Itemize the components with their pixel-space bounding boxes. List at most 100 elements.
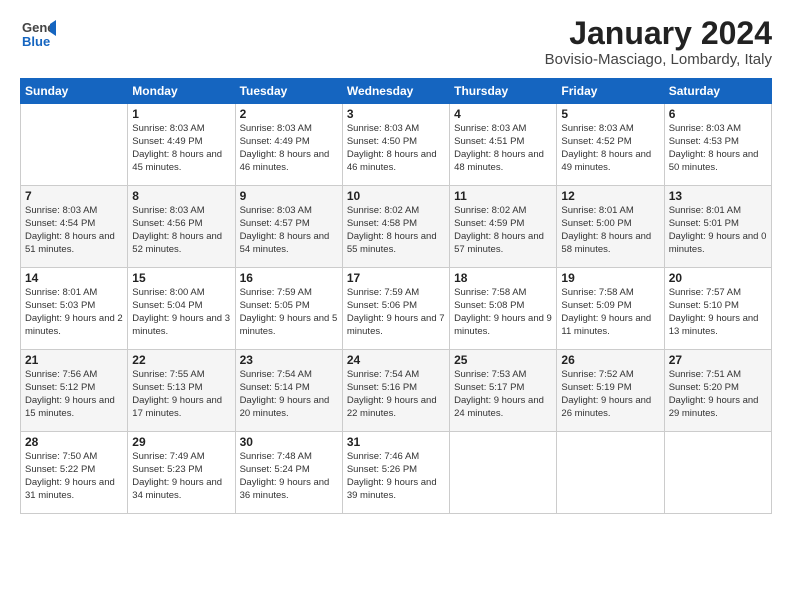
table-row: 7 Sunrise: 8:03 AMSunset: 4:54 PMDayligh… [21,186,128,268]
cell-date: 3 [347,107,445,121]
cell-info: Sunrise: 7:58 AMSunset: 5:08 PMDaylight:… [454,287,552,338]
col-friday: Friday [557,79,664,104]
table-row: 25 Sunrise: 7:53 AMSunset: 5:17 PMDaylig… [450,350,557,432]
table-row: 26 Sunrise: 7:52 AMSunset: 5:19 PMDaylig… [557,350,664,432]
table-row: 9 Sunrise: 8:03 AMSunset: 4:57 PMDayligh… [235,186,342,268]
table-row: 17 Sunrise: 7:59 AMSunset: 5:06 PMDaylig… [342,268,449,350]
cell-info: Sunrise: 8:03 AMSunset: 4:49 PMDaylight:… [240,123,338,174]
cell-date: 5 [561,107,659,121]
cell-date: 1 [132,107,230,121]
cell-date: 20 [669,271,767,285]
cell-info: Sunrise: 8:01 AMSunset: 5:00 PMDaylight:… [561,205,659,256]
col-tuesday: Tuesday [235,79,342,104]
cell-date: 24 [347,353,445,367]
cell-date: 28 [25,435,123,449]
table-row: 4 Sunrise: 8:03 AMSunset: 4:51 PMDayligh… [450,104,557,186]
page: General Blue January 2024 Bovisio-Mascia… [0,0,792,612]
table-row: 30 Sunrise: 7:48 AMSunset: 5:24 PMDaylig… [235,432,342,514]
cell-info: Sunrise: 7:59 AMSunset: 5:05 PMDaylight:… [240,287,338,338]
cell-info: Sunrise: 8:03 AMSunset: 4:56 PMDaylight:… [132,205,230,256]
location-subtitle: Bovisio-Masciago, Lombardy, Italy [545,51,772,68]
table-row: 24 Sunrise: 7:54 AMSunset: 5:16 PMDaylig… [342,350,449,432]
cell-date: 17 [347,271,445,285]
cell-info: Sunrise: 8:01 AMSunset: 5:01 PMDaylight:… [669,205,767,256]
table-row: 3 Sunrise: 8:03 AMSunset: 4:50 PMDayligh… [342,104,449,186]
table-row [450,432,557,514]
table-row: 1 Sunrise: 8:03 AMSunset: 4:49 PMDayligh… [128,104,235,186]
cell-info: Sunrise: 8:01 AMSunset: 5:03 PMDaylight:… [25,287,123,338]
cell-date: 8 [132,189,230,203]
table-row: 10 Sunrise: 8:02 AMSunset: 4:58 PMDaylig… [342,186,449,268]
svg-text:Blue: Blue [22,34,50,49]
table-row: 27 Sunrise: 7:51 AMSunset: 5:20 PMDaylig… [664,350,771,432]
cell-info: Sunrise: 8:02 AMSunset: 4:59 PMDaylight:… [454,205,552,256]
cell-date: 21 [25,353,123,367]
cell-date: 13 [669,189,767,203]
cell-date: 29 [132,435,230,449]
cell-date: 23 [240,353,338,367]
table-row: 19 Sunrise: 7:58 AMSunset: 5:09 PMDaylig… [557,268,664,350]
cell-info: Sunrise: 8:03 AMSunset: 4:53 PMDaylight:… [669,123,767,174]
cell-info: Sunrise: 7:59 AMSunset: 5:06 PMDaylight:… [347,287,445,338]
cell-info: Sunrise: 7:48 AMSunset: 5:24 PMDaylight:… [240,451,338,502]
calendar-body: 1 Sunrise: 8:03 AMSunset: 4:49 PMDayligh… [21,104,772,514]
cell-date: 7 [25,189,123,203]
cell-info: Sunrise: 8:02 AMSunset: 4:58 PMDaylight:… [347,205,445,256]
cell-date: 18 [454,271,552,285]
cell-info: Sunrise: 7:58 AMSunset: 5:09 PMDaylight:… [561,287,659,338]
table-row: 6 Sunrise: 8:03 AMSunset: 4:53 PMDayligh… [664,104,771,186]
table-row: 14 Sunrise: 8:01 AMSunset: 5:03 PMDaylig… [21,268,128,350]
table-row: 16 Sunrise: 7:59 AMSunset: 5:05 PMDaylig… [235,268,342,350]
table-row [21,104,128,186]
cell-info: Sunrise: 8:03 AMSunset: 4:57 PMDaylight:… [240,205,338,256]
col-saturday: Saturday [664,79,771,104]
header: General Blue January 2024 Bovisio-Mascia… [20,16,772,68]
table-row: 28 Sunrise: 7:50 AMSunset: 5:22 PMDaylig… [21,432,128,514]
calendar-table: Sunday Monday Tuesday Wednesday Thursday… [20,78,772,514]
table-row: 15 Sunrise: 8:00 AMSunset: 5:04 PMDaylig… [128,268,235,350]
cell-info: Sunrise: 7:52 AMSunset: 5:19 PMDaylight:… [561,369,659,420]
cell-date: 25 [454,353,552,367]
cell-date: 26 [561,353,659,367]
cell-info: Sunrise: 7:46 AMSunset: 5:26 PMDaylight:… [347,451,445,502]
cell-info: Sunrise: 8:03 AMSunset: 4:50 PMDaylight:… [347,123,445,174]
page-title: January 2024 [545,16,772,51]
cell-info: Sunrise: 7:53 AMSunset: 5:17 PMDaylight:… [454,369,552,420]
cell-info: Sunrise: 7:56 AMSunset: 5:12 PMDaylight:… [25,369,123,420]
calendar-week-3: 21 Sunrise: 7:56 AMSunset: 5:12 PMDaylig… [21,350,772,432]
cell-date: 14 [25,271,123,285]
logo-icon: General Blue [20,16,56,52]
col-wednesday: Wednesday [342,79,449,104]
cell-info: Sunrise: 8:03 AMSunset: 4:51 PMDaylight:… [454,123,552,174]
cell-info: Sunrise: 8:03 AMSunset: 4:49 PMDaylight:… [132,123,230,174]
cell-info: Sunrise: 7:50 AMSunset: 5:22 PMDaylight:… [25,451,123,502]
cell-info: Sunrise: 8:03 AMSunset: 4:52 PMDaylight:… [561,123,659,174]
cell-date: 19 [561,271,659,285]
cell-info: Sunrise: 7:51 AMSunset: 5:20 PMDaylight:… [669,369,767,420]
table-row [664,432,771,514]
cell-info: Sunrise: 8:00 AMSunset: 5:04 PMDaylight:… [132,287,230,338]
cell-date: 16 [240,271,338,285]
cell-date: 22 [132,353,230,367]
cell-info: Sunrise: 7:54 AMSunset: 5:16 PMDaylight:… [347,369,445,420]
calendar-week-0: 1 Sunrise: 8:03 AMSunset: 4:49 PMDayligh… [21,104,772,186]
calendar-week-2: 14 Sunrise: 8:01 AMSunset: 5:03 PMDaylig… [21,268,772,350]
table-row: 22 Sunrise: 7:55 AMSunset: 5:13 PMDaylig… [128,350,235,432]
col-thursday: Thursday [450,79,557,104]
cell-info: Sunrise: 7:55 AMSunset: 5:13 PMDaylight:… [132,369,230,420]
cell-date: 15 [132,271,230,285]
logo: General Blue [20,16,56,52]
table-row [557,432,664,514]
table-row: 12 Sunrise: 8:01 AMSunset: 5:00 PMDaylig… [557,186,664,268]
cell-date: 30 [240,435,338,449]
table-row: 21 Sunrise: 7:56 AMSunset: 5:12 PMDaylig… [21,350,128,432]
table-row: 23 Sunrise: 7:54 AMSunset: 5:14 PMDaylig… [235,350,342,432]
table-row: 13 Sunrise: 8:01 AMSunset: 5:01 PMDaylig… [664,186,771,268]
cell-date: 9 [240,189,338,203]
table-row: 2 Sunrise: 8:03 AMSunset: 4:49 PMDayligh… [235,104,342,186]
cell-date: 6 [669,107,767,121]
col-monday: Monday [128,79,235,104]
cell-info: Sunrise: 7:54 AMSunset: 5:14 PMDaylight:… [240,369,338,420]
header-row: Sunday Monday Tuesday Wednesday Thursday… [21,79,772,104]
table-row: 5 Sunrise: 8:03 AMSunset: 4:52 PMDayligh… [557,104,664,186]
